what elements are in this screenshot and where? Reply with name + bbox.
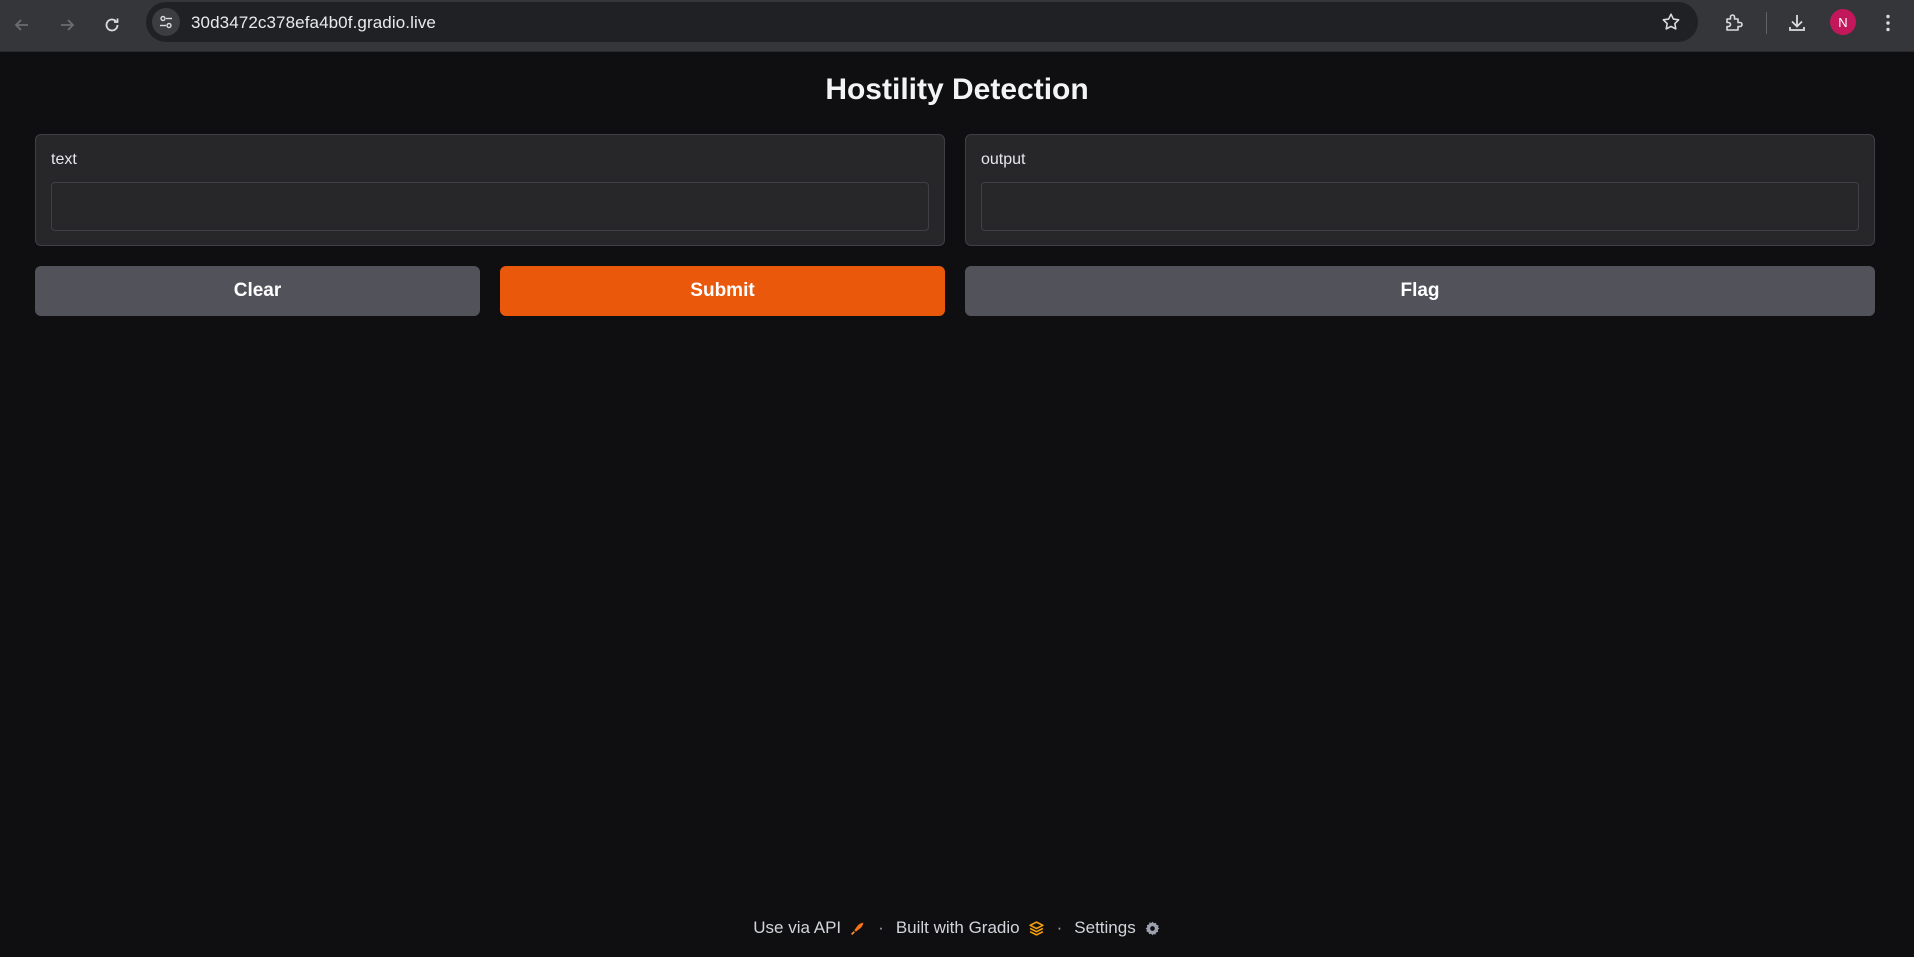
footer-separator: · xyxy=(1056,918,1063,937)
toolbar-divider xyxy=(1766,12,1767,34)
output-field[interactable] xyxy=(981,182,1859,231)
profile-avatar[interactable]: N xyxy=(1830,9,1856,35)
forward-arrow-icon xyxy=(61,19,75,31)
back-arrow-icon xyxy=(14,19,28,31)
gradio-logo-icon xyxy=(1028,920,1044,936)
use-via-api-label: Use via API xyxy=(753,918,842,937)
back-button[interactable] xyxy=(7,10,37,40)
output-panel: output xyxy=(965,134,1875,246)
download-icon[interactable] xyxy=(1785,11,1809,35)
extensions-icon[interactable] xyxy=(1722,11,1746,35)
settings-label: Settings xyxy=(1074,918,1136,937)
page-title: Hostility Detection xyxy=(825,73,1089,106)
text-input-label: text xyxy=(51,151,77,168)
address-bar[interactable]: 30d3472c378efa4b0f.gradio.live xyxy=(146,2,1698,42)
reload-icon xyxy=(105,18,119,32)
browser-toolbar: 30d3472c378efa4b0f.gradio.live N xyxy=(0,0,1914,52)
use-via-api-link[interactable]: Use via API xyxy=(753,918,866,938)
footer-separator: · xyxy=(878,918,884,937)
gear-icon xyxy=(1145,921,1160,935)
text-input-panel: text xyxy=(35,134,945,246)
forward-button[interactable] xyxy=(52,10,82,40)
site-info-button[interactable] xyxy=(152,8,180,36)
text-input[interactable] xyxy=(51,182,929,231)
built-with-gradio-link[interactable]: Built with Gradio xyxy=(896,918,1045,938)
settings-link[interactable]: Settings xyxy=(1074,918,1160,938)
url-text[interactable]: 30d3472c378efa4b0f.gradio.live xyxy=(191,13,436,33)
bookmark-star-icon[interactable] xyxy=(1660,11,1682,33)
flag-button[interactable]: Flag xyxy=(965,266,1875,316)
built-with-gradio-label: Built with Gradio xyxy=(895,918,1020,937)
footer: Use via API · Built with Gradio · Settin… xyxy=(0,918,1914,938)
tune-icon xyxy=(160,15,172,29)
more-menu-icon[interactable] xyxy=(1876,11,1900,35)
output-label: output xyxy=(981,151,1026,168)
reload-button[interactable] xyxy=(97,10,127,40)
clear-button[interactable]: Clear xyxy=(35,266,480,316)
rocket-icon xyxy=(851,922,864,935)
submit-button[interactable]: Submit xyxy=(500,266,945,316)
